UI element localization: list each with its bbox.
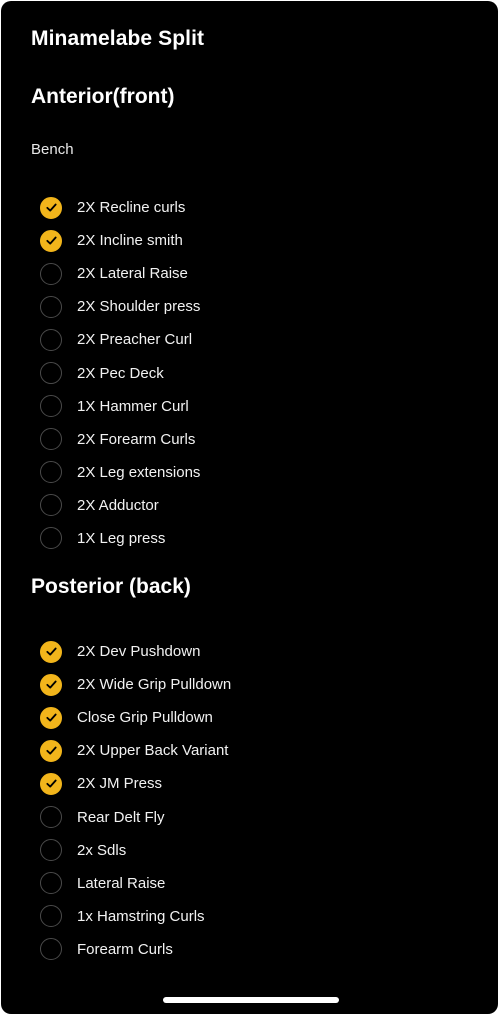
checklist-item[interactable]: 2X JM Press [40, 767, 231, 800]
checklist-item[interactable]: 2X Lateral Raise [40, 257, 200, 290]
section-title-anterior: Anterior(front) [31, 85, 175, 108]
checklist-item-label: 2X Pec Deck [77, 364, 164, 382]
checklist-item-label: Close Grip Pulldown [77, 709, 213, 727]
checklist-item-label: 2X Lateral Raise [77, 265, 188, 283]
checked-circle-icon[interactable] [40, 229, 62, 252]
checkmark-icon [45, 236, 57, 245]
checkmark-icon [45, 647, 57, 656]
checklist-item-label: 2X Leg extensions [77, 463, 201, 481]
checklist-item[interactable]: 1X Hammer Curl [40, 390, 200, 423]
checkmark-icon [45, 746, 57, 755]
unchecked-circle-icon[interactable] [40, 262, 62, 285]
checklist-item-label: 2X Recline curls [77, 199, 186, 217]
checklist-item-label: 2X Forearm Curls [77, 430, 196, 448]
checklist-item[interactable]: 2X Recline curls [40, 191, 200, 224]
checkmark-icon [45, 780, 57, 788]
checklist-item-label: 1X Leg press [77, 529, 166, 547]
checklist-item[interactable]: Forearm Curls [40, 933, 231, 966]
unchecked-circle-icon[interactable] [40, 839, 62, 862]
checklist-item[interactable]: Rear Delt Fly [40, 800, 231, 833]
unchecked-circle-icon[interactable] [40, 872, 62, 895]
checklist-item-label: 2X Upper Back Variant [77, 742, 229, 760]
checked-circle-icon[interactable] [40, 739, 62, 762]
page-title: Minamelabe Split [31, 27, 205, 50]
unchecked-circle-icon[interactable] [40, 328, 62, 351]
checked-circle-icon[interactable] [40, 673, 62, 696]
checklist-item[interactable]: 2X Shoulder press [40, 290, 200, 323]
checklist-item[interactable]: 2X Leg extensions [40, 456, 200, 489]
checklist-item-label: Forearm Curls [77, 940, 173, 958]
unchecked-circle-icon[interactable] [40, 527, 62, 550]
checkmark-icon [45, 713, 57, 722]
checklist-item-label: 2X Wide Grip Pulldown [77, 676, 232, 694]
unchecked-circle-icon[interactable] [40, 362, 62, 385]
checklist-item[interactable]: 2X Incline smith [40, 224, 200, 257]
checklist-item[interactable]: 2X Wide Grip Pulldown [40, 668, 231, 701]
unchecked-circle-icon[interactable] [40, 428, 62, 451]
checklist-item[interactable]: 1x Hamstring Curls [40, 900, 231, 933]
section-title-posterior: Posterior (back) [31, 575, 191, 598]
checkmark-icon [45, 680, 57, 689]
unchecked-circle-icon[interactable] [40, 461, 62, 484]
unchecked-circle-icon[interactable] [40, 494, 62, 517]
checked-circle-icon[interactable] [40, 706, 62, 729]
checklist-item-label: 1X Hammer Curl [77, 397, 189, 415]
checklist-item-label: 2X Incline smith [77, 232, 183, 250]
unchecked-circle-icon[interactable] [40, 905, 62, 928]
checklist-item-label: 2X Shoulder press [77, 298, 201, 316]
section-subtitle-bench: Bench [31, 141, 74, 158]
checklist-item[interactable]: Close Grip Pulldown [40, 701, 231, 734]
checklist-item[interactable]: 2X Adductor [40, 489, 200, 522]
checklist-item-label: Rear Delt Fly [77, 808, 165, 826]
home-indicator[interactable] [163, 997, 339, 1003]
checklist-item[interactable]: 2X Dev Pushdown [40, 635, 231, 668]
checklist-item-label: 2X JM Press [77, 775, 163, 793]
unchecked-circle-icon[interactable] [40, 806, 62, 829]
checklist-anterior: 2X Recline curls 2X Incline smith 2X Later… [40, 191, 200, 555]
checklist-item[interactable]: 2X Upper Back Variant [40, 734, 231, 767]
checked-circle-icon[interactable] [40, 640, 62, 663]
checklist-item-label: 1x Hamstring Curls [77, 907, 205, 925]
checklist-item[interactable]: 2X Preacher Curl [40, 323, 200, 356]
checked-circle-icon[interactable] [40, 196, 62, 219]
checklist-posterior: 2X Dev Pushdown 2X Wide Grip Pulldown Clos… [40, 635, 231, 966]
checklist-item[interactable]: 1X Leg press [40, 522, 200, 555]
checkmark-icon [45, 203, 57, 212]
checklist-item-label: 2X Preacher Curl [77, 331, 193, 349]
checklist-item[interactable]: 2x Sdls [40, 834, 231, 867]
checklist-item[interactable]: 2X Forearm Curls [40, 423, 200, 456]
note-screen: Minamelabe Split Anterior(front) Bench 2… [1, 1, 498, 1014]
unchecked-circle-icon[interactable] [40, 395, 62, 418]
unchecked-circle-icon[interactable] [40, 295, 62, 318]
checklist-item-label: 2X Adductor [77, 496, 159, 514]
unchecked-circle-icon[interactable] [40, 938, 62, 961]
checked-circle-icon[interactable] [40, 772, 62, 795]
checklist-item-label: Lateral Raise [77, 874, 166, 892]
checklist-item-label: 2x Sdls [77, 841, 127, 859]
checklist-item[interactable]: Lateral Raise [40, 867, 231, 900]
checklist-item[interactable]: 2X Pec Deck [40, 356, 200, 389]
checklist-item-label: 2X Dev Pushdown [77, 643, 201, 661]
